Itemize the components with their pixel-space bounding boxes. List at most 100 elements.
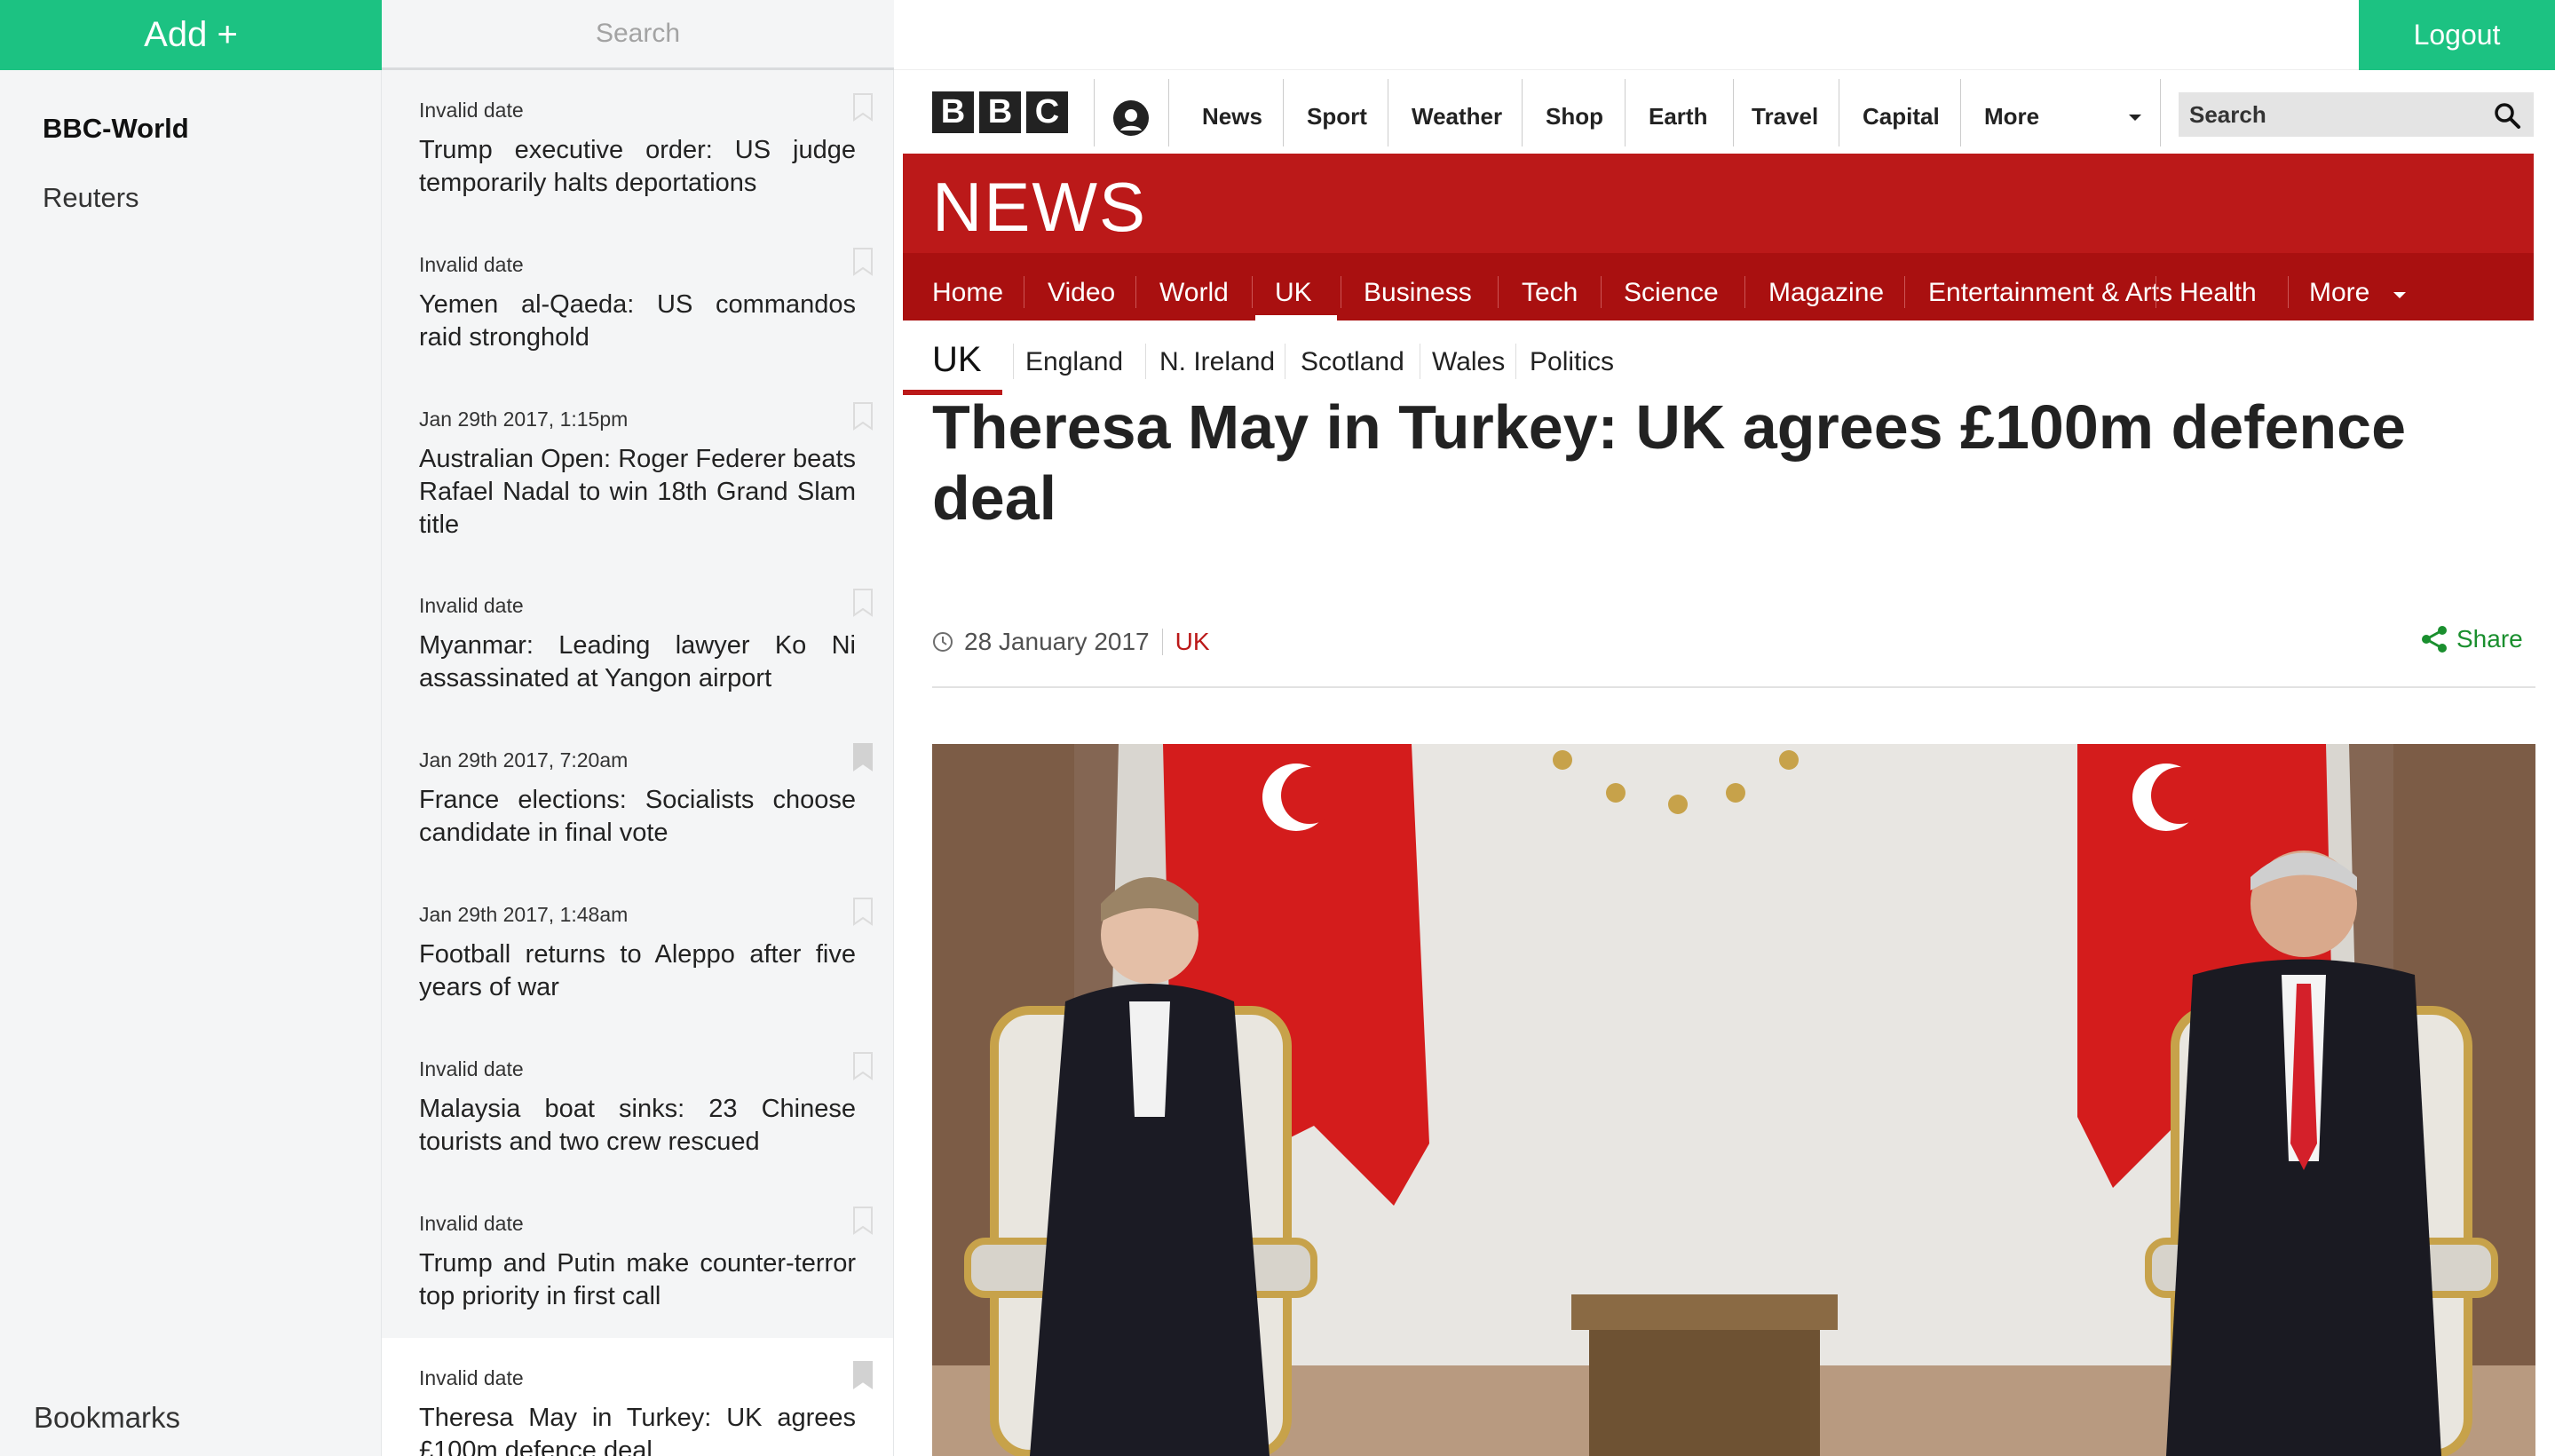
divider — [1744, 276, 1745, 308]
bbc-nav-sport[interactable]: Sport — [1307, 103, 1367, 131]
story-section-link[interactable]: UK — [1175, 628, 1210, 656]
bookmark-icon[interactable] — [852, 898, 874, 926]
divider — [1904, 276, 1905, 308]
bbc-nav-more[interactable]: More — [1984, 103, 2039, 131]
divider — [1960, 79, 1961, 146]
add-source-button[interactable]: Add + — [0, 0, 382, 70]
bookmark-icon[interactable] — [852, 93, 874, 122]
share-label: Share — [2456, 625, 2523, 653]
story-date: 28 January 2017 — [964, 628, 1150, 655]
source-item-reuters[interactable]: Reuters — [43, 182, 139, 214]
news-nav-science[interactable]: Science — [1624, 278, 1719, 308]
divider — [1601, 276, 1602, 308]
account-icon[interactable] — [1111, 99, 1151, 138]
article-search-input[interactable] — [382, 0, 894, 67]
article-date: Invalid date — [419, 1366, 524, 1389]
share-icon — [2422, 626, 2447, 653]
bbc-nav-capital[interactable]: Capital — [1863, 103, 1940, 131]
bbc-nav-earth[interactable]: Earth — [1649, 103, 1707, 131]
article-list-item[interactable]: Invalid date Trump and Putin make counte… — [382, 1183, 893, 1338]
share-button[interactable]: Share — [2419, 624, 2523, 654]
divider — [1168, 79, 1169, 146]
divider — [1094, 79, 1095, 146]
news-nav-entertainment-arts[interactable]: Entertainment & Arts — [1928, 278, 2172, 308]
news-header: NEWS Home Video World UK Business Tech S… — [903, 154, 2534, 320]
article-date: Invalid date — [419, 253, 524, 276]
divider — [1252, 276, 1253, 308]
source-item-bbc-world[interactable]: BBC-World — [43, 113, 189, 145]
divider — [1161, 629, 1163, 655]
news-nav-health[interactable]: Health — [2179, 278, 2257, 308]
divider — [1625, 79, 1626, 146]
subnav-n-ireland[interactable]: N. Ireland — [1159, 347, 1275, 377]
news-nav-tech[interactable]: Tech — [1522, 278, 1578, 308]
clock-icon — [933, 632, 953, 652]
bbc-nav-shop[interactable]: Shop — [1546, 103, 1603, 131]
logout-button[interactable]: Logout — [2359, 0, 2555, 70]
bbc-search-input[interactable] — [2179, 100, 2463, 129]
bookmark-icon[interactable] — [852, 1052, 874, 1080]
article-title: Football returns to Aleppo after five ye… — [419, 940, 856, 1001]
reader-toolbar — [894, 0, 2359, 70]
bbc-nav-travel[interactable]: Travel — [1752, 103, 1818, 131]
news-nav-more[interactable]: More — [2309, 278, 2369, 308]
bbc-logo-letter: C — [1026, 91, 1068, 133]
story-headline: Theresa May in Turkey: UK agrees £100m d… — [932, 392, 2407, 533]
news-nav-home[interactable]: Home — [932, 278, 1003, 308]
news-nav-business[interactable]: Business — [1364, 278, 1472, 308]
subnav-politics[interactable]: Politics — [1530, 347, 1614, 377]
article-list-item[interactable]: Jan 29th 2017, 1:48am Football returns t… — [382, 874, 893, 1029]
story-meta: 28 January 2017 UK — [932, 624, 1210, 660]
article-title: Australian Open: Roger Federer beats Raf… — [419, 445, 856, 539]
bookmark-icon[interactable] — [852, 402, 874, 431]
subnav-wales[interactable]: Wales — [1432, 347, 1505, 377]
subnav-uk[interactable]: UK — [932, 340, 982, 380]
bookmark-filled-icon[interactable] — [852, 743, 874, 772]
search-icon[interactable] — [2493, 101, 2521, 130]
bbc-logo-letter: B — [979, 91, 1021, 133]
divider — [1515, 344, 1516, 379]
news-nav-video[interactable]: Video — [1048, 278, 1115, 308]
article-reader: B B C News Sport Weather Shop Earth Trav… — [894, 70, 2555, 1456]
article-date: Jan 29th 2017, 7:20am — [419, 748, 629, 772]
sources-sidebar: BBC-World Reuters Bookmarks — [0, 70, 382, 1456]
bookmark-icon[interactable] — [852, 248, 874, 276]
article-list-item[interactable]: Jan 29th 2017, 7:20am France elections: … — [382, 720, 893, 874]
subnav-scotland[interactable]: Scotland — [1301, 347, 1404, 377]
news-nav-world[interactable]: World — [1159, 278, 1229, 308]
bookmark-icon[interactable] — [852, 589, 874, 617]
article-list-item-selected[interactable]: Invalid date Theresa May in Turkey: UK a… — [382, 1338, 893, 1456]
divider — [1733, 79, 1734, 146]
article-list-item[interactable]: Invalid date Trump executive order: US j… — [382, 70, 893, 225]
chevron-down-icon[interactable] — [2393, 292, 2406, 298]
divider — [2288, 276, 2289, 308]
news-brand-bar: NEWS — [903, 154, 2534, 253]
article-list-item[interactable]: Invalid date Myanmar: Leading lawyer Ko … — [382, 566, 893, 720]
bbc-logo-letter: B — [932, 91, 974, 133]
divider — [1145, 344, 1146, 379]
divider — [1522, 79, 1523, 146]
section-subnav: UK England N. Ireland Scotland Wales Pol… — [903, 320, 2534, 397]
article-list-item[interactable]: Invalid date Malaysia boat sinks: 23 Chi… — [382, 1029, 893, 1183]
news-nav-uk[interactable]: UK — [1275, 278, 1312, 308]
article-title: Theresa May in Turkey: UK agrees £100m d… — [419, 1404, 856, 1456]
divider — [1013, 344, 1014, 379]
subnav-england[interactable]: England — [1025, 347, 1123, 377]
divider — [2160, 79, 2161, 146]
bbc-nav-weather[interactable]: Weather — [1412, 103, 1502, 131]
chevron-down-icon[interactable] — [2129, 115, 2141, 121]
bookmarks-link[interactable]: Bookmarks — [34, 1401, 180, 1435]
article-list-item[interactable]: Invalid date Yemen al-Qaeda: US commando… — [382, 225, 893, 379]
article-date: Invalid date — [419, 1212, 524, 1235]
bbc-search[interactable] — [2179, 92, 2534, 137]
news-logo[interactable]: NEWS — [932, 167, 1147, 248]
bbc-nav-news[interactable]: News — [1202, 103, 1262, 131]
bbc-logo[interactable]: B B C — [932, 91, 1068, 133]
divider — [1135, 276, 1136, 308]
bookmark-icon[interactable] — [852, 1207, 874, 1235]
article-list: Invalid date Trump executive order: US j… — [382, 70, 894, 1456]
divider — [1283, 79, 1284, 146]
bookmark-filled-icon[interactable] — [852, 1361, 874, 1389]
article-list-item[interactable]: Jan 29th 2017, 1:15pm Australian Open: R… — [382, 379, 893, 539]
news-nav-magazine[interactable]: Magazine — [1768, 278, 1884, 308]
